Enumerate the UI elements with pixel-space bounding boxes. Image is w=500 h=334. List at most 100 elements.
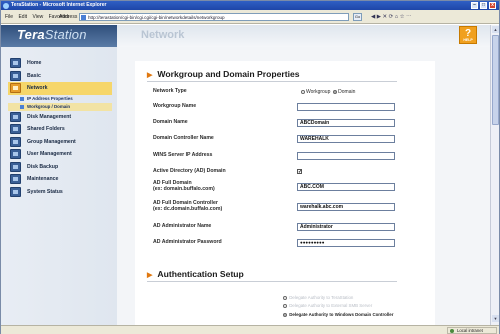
ad-domain-checkbox[interactable]: ✓ <box>297 169 302 175</box>
section-divider <box>147 81 397 82</box>
network-type-label: Network Type <box>153 88 187 94</box>
page-heading: Network <box>141 29 185 41</box>
sidebar-item-label: Maintenance <box>27 176 59 182</box>
ad-admin-password-label: AD Administrator Password <box>153 239 222 245</box>
wins-label: WINS Server IP Address <box>153 152 213 158</box>
sidebar-item-shared-folders[interactable]: Shared Folders <box>8 123 112 136</box>
ad-full-dc-label-group: AD Full Domain Controller (ex: dc.domain.… <box>153 200 273 212</box>
network-icon <box>10 83 21 93</box>
auth-option-terastation[interactable]: Delegate Authority to TeraStation <box>283 295 433 300</box>
backup-icon <box>10 161 21 172</box>
sidebar-item-system-status[interactable]: System Status <box>8 186 112 199</box>
sidebar-item-label: Group Management <box>27 138 76 145</box>
ad-full-domain-label-group: AD Full Domain (ex: domain.buffalo.com) <box>153 180 273 192</box>
workgroup-name-input[interactable] <box>297 103 395 111</box>
auth-option-domain-controller[interactable]: Delegate Authority to Windows Domain Con… <box>283 312 433 317</box>
domain-name-row: Domain Name ABCDomain <box>153 117 413 131</box>
sidebar-item-user-management[interactable]: User Management <box>8 148 112 161</box>
page-icon <box>81 15 86 20</box>
auth-title-text: Authentication Setup <box>157 269 244 279</box>
status-icon <box>10 186 21 197</box>
sidebar-item-basic[interactable]: Basic <box>8 70 112 83</box>
section-arrow-icon: ▶ <box>147 72 153 79</box>
help-button[interactable]: ? HELP <box>459 26 477 44</box>
window-title: TeraStation - Microsoft Internet Explore… <box>11 2 107 8</box>
sidebar-item-group-management[interactable]: Group Management <box>8 136 112 149</box>
user-icon <box>10 149 21 159</box>
workgroup-title-text: Workgroup and Domain Properties <box>157 69 300 79</box>
ad-domain-row: Active Directory (AD) Domain ✓ <box>153 166 413 180</box>
sidebar-item-disk-management[interactable]: Disk Management <box>8 111 112 124</box>
auth-section-title: ▶ Authentication Setup <box>147 269 244 279</box>
radio-workgroup-label: Workgroup <box>306 89 331 95</box>
ad-domain-label: Active Directory (AD) Domain <box>153 168 226 174</box>
sidebar-item-label: Disk Backup <box>27 163 59 170</box>
section-divider <box>147 281 397 282</box>
logo-area: TeraStation <box>1 25 117 47</box>
sidebar-item-label: Disk Management <box>27 113 72 120</box>
page-content: TeraStation Network ? HELP Home Basic Ne… <box>1 25 490 325</box>
auth-option-label: Delegate Authority to Windows Domain Con… <box>289 312 394 317</box>
domain-name-label: Domain Name <box>153 119 188 125</box>
go-button[interactable]: Go <box>353 13 362 21</box>
browser-toolbar: File Edit View Favorites Address http://… <box>1 10 499 24</box>
sidebar-item-maintenance[interactable]: Maintenance <box>8 173 112 186</box>
ad-full-domain-input[interactable]: ABC.COM <box>297 183 395 191</box>
ad-admin-password-input[interactable]: ●●●●●●●●● <box>297 239 395 247</box>
workgroup-section-title: ▶ Workgroup and Domain Properties <box>147 69 300 79</box>
ad-full-dc-example: (ex: dc.domain.buffalo.com) <box>153 205 223 212</box>
ad-full-domain-row: AD Full Domain (ex: domain.buffalo.com) A… <box>153 180 413 195</box>
radio-domain[interactable] <box>333 89 338 94</box>
sidebar-nav: Home Basic Network IP Address Properties… <box>8 57 112 198</box>
dc-name-row: Domain Controller Name WAREHALK <box>153 133 413 147</box>
scroll-down-icon[interactable]: ▼ <box>492 315 499 322</box>
main-area: ▶ Workgroup and Domain Properties Network… <box>117 47 490 325</box>
sidebar-item-disk-backup[interactable]: Disk Backup <box>8 161 112 174</box>
workgroup-name-label: Workgroup Name <box>153 103 197 109</box>
ad-admin-name-input[interactable]: Administrator <box>297 223 395 231</box>
sidebar-subitem-label: Workgroup / Domain <box>27 103 71 109</box>
basic-icon <box>10 70 21 81</box>
sidebar-item-home[interactable]: Home <box>8 57 112 70</box>
menu-edit[interactable]: Edit <box>18 14 27 20</box>
scroll-up-icon[interactable]: ▲ <box>492 26 499 33</box>
auth-option-label: Delegate Authority to TeraStation <box>289 295 354 300</box>
sidebar: Home Basic Network IP Address Properties… <box>1 47 117 325</box>
menu-file[interactable]: File <box>5 14 13 20</box>
folder-icon <box>10 124 21 134</box>
terastation-logo: TeraStation <box>17 27 87 42</box>
minimize-button[interactable]: – <box>471 2 478 9</box>
ie-icon <box>3 3 9 9</box>
ad-admin-name-row: AD Administrator Name Administrator <box>153 221 413 235</box>
wins-input[interactable] <box>297 152 395 160</box>
auth-option-smb[interactable]: Delegate Authority to External SMB Serve… <box>283 303 433 308</box>
scroll-thumb[interactable] <box>492 35 499 125</box>
zone-indicator: Local intranet <box>447 327 497 334</box>
maximize-button[interactable]: □ <box>480 2 487 9</box>
radio-icon <box>283 312 287 317</box>
nav-buttons[interactable]: ◀ ▶ ✕ ⟳ ⌂ ☆ ⋯ <box>371 13 412 21</box>
address-bar[interactable]: http://terastation/cgi-bin/cgi.cgi/cgi-b… <box>79 13 349 21</box>
domain-name-input[interactable]: ABCDomain <box>297 119 395 127</box>
radio-icon <box>283 295 287 300</box>
ad-admin-password-row: AD Administrator Password ●●●●●●●●● <box>153 237 413 251</box>
close-button[interactable]: x <box>489 2 496 9</box>
sidebar-subitem-workgroup[interactable]: Workgroup / Domain <box>8 102 112 111</box>
menu-view[interactable]: View <box>32 14 43 20</box>
wins-row: WINS Server IP Address <box>153 150 413 164</box>
bullet-icon <box>20 96 24 101</box>
dc-name-input[interactable]: WAREHALK <box>297 135 395 143</box>
address-value: http://terastation/cgi-bin/cgi.cgi/cgi-b… <box>88 15 225 20</box>
vertical-scrollbar[interactable]: ▲ ▼ <box>490 25 499 325</box>
ad-admin-name-label: AD Administrator Name <box>153 223 212 229</box>
sidebar-subitem-ip-address[interactable]: IP Address Properties <box>8 95 112 103</box>
radio-domain-label: Domain <box>338 89 356 95</box>
network-type-radios: Workgroup Domain <box>301 89 355 95</box>
sidebar-item-network[interactable]: Network <box>8 82 112 95</box>
dc-name-label: Domain Controller Name <box>153 135 214 141</box>
sidebar-item-label: Home <box>27 60 42 66</box>
sidebar-item-label: User Management <box>27 151 72 157</box>
radio-workgroup[interactable] <box>301 89 305 94</box>
radio-icon <box>283 303 287 308</box>
ad-full-dc-input[interactable]: warehalk.abc.com <box>297 203 395 211</box>
